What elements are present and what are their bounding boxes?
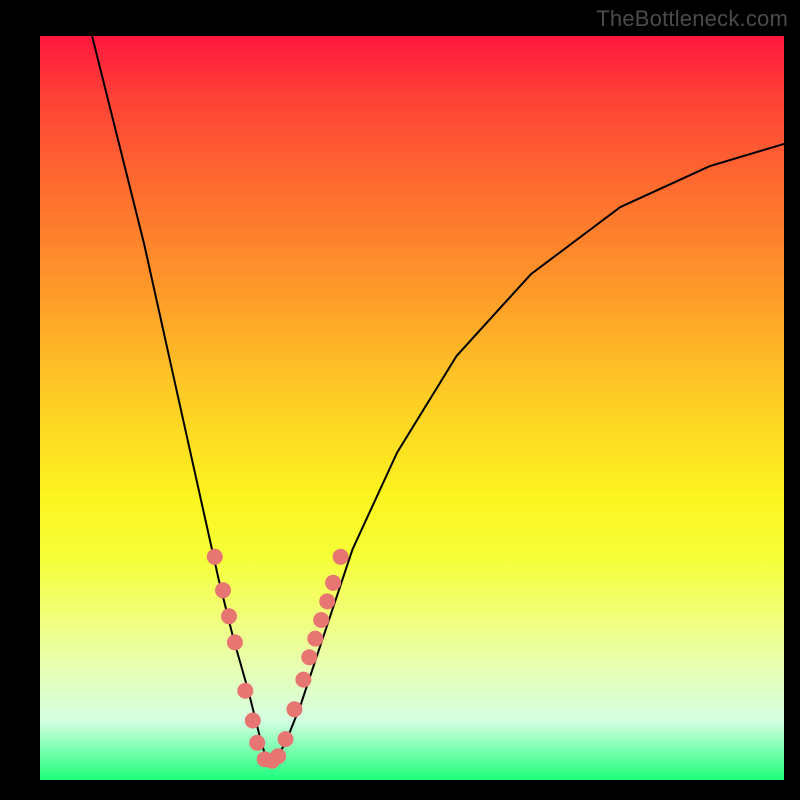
highlight-dot	[221, 608, 237, 624]
highlight-dot	[227, 634, 243, 650]
highlight-dot	[237, 683, 253, 699]
highlight-dot	[245, 713, 261, 729]
highlight-dot	[207, 549, 223, 565]
highlight-dot	[313, 612, 329, 628]
watermark-text: TheBottleneck.com	[596, 6, 788, 32]
bottleneck-curve-path	[92, 36, 784, 761]
highlight-dot	[333, 549, 349, 565]
highlight-dot	[286, 701, 302, 717]
highlight-dot	[301, 649, 317, 665]
bottleneck-curve-svg	[40, 36, 784, 780]
highlight-dot	[270, 748, 286, 764]
highlight-dot	[249, 735, 265, 751]
highlight-dot	[319, 593, 335, 609]
highlight-dots-group	[207, 549, 349, 769]
plot-area	[40, 36, 784, 780]
highlight-dot	[278, 731, 294, 747]
chart-frame: TheBottleneck.com	[0, 0, 800, 800]
highlight-dot	[215, 582, 231, 598]
highlight-dot	[307, 631, 323, 647]
highlight-dot	[295, 672, 311, 688]
highlight-dot	[325, 575, 341, 591]
